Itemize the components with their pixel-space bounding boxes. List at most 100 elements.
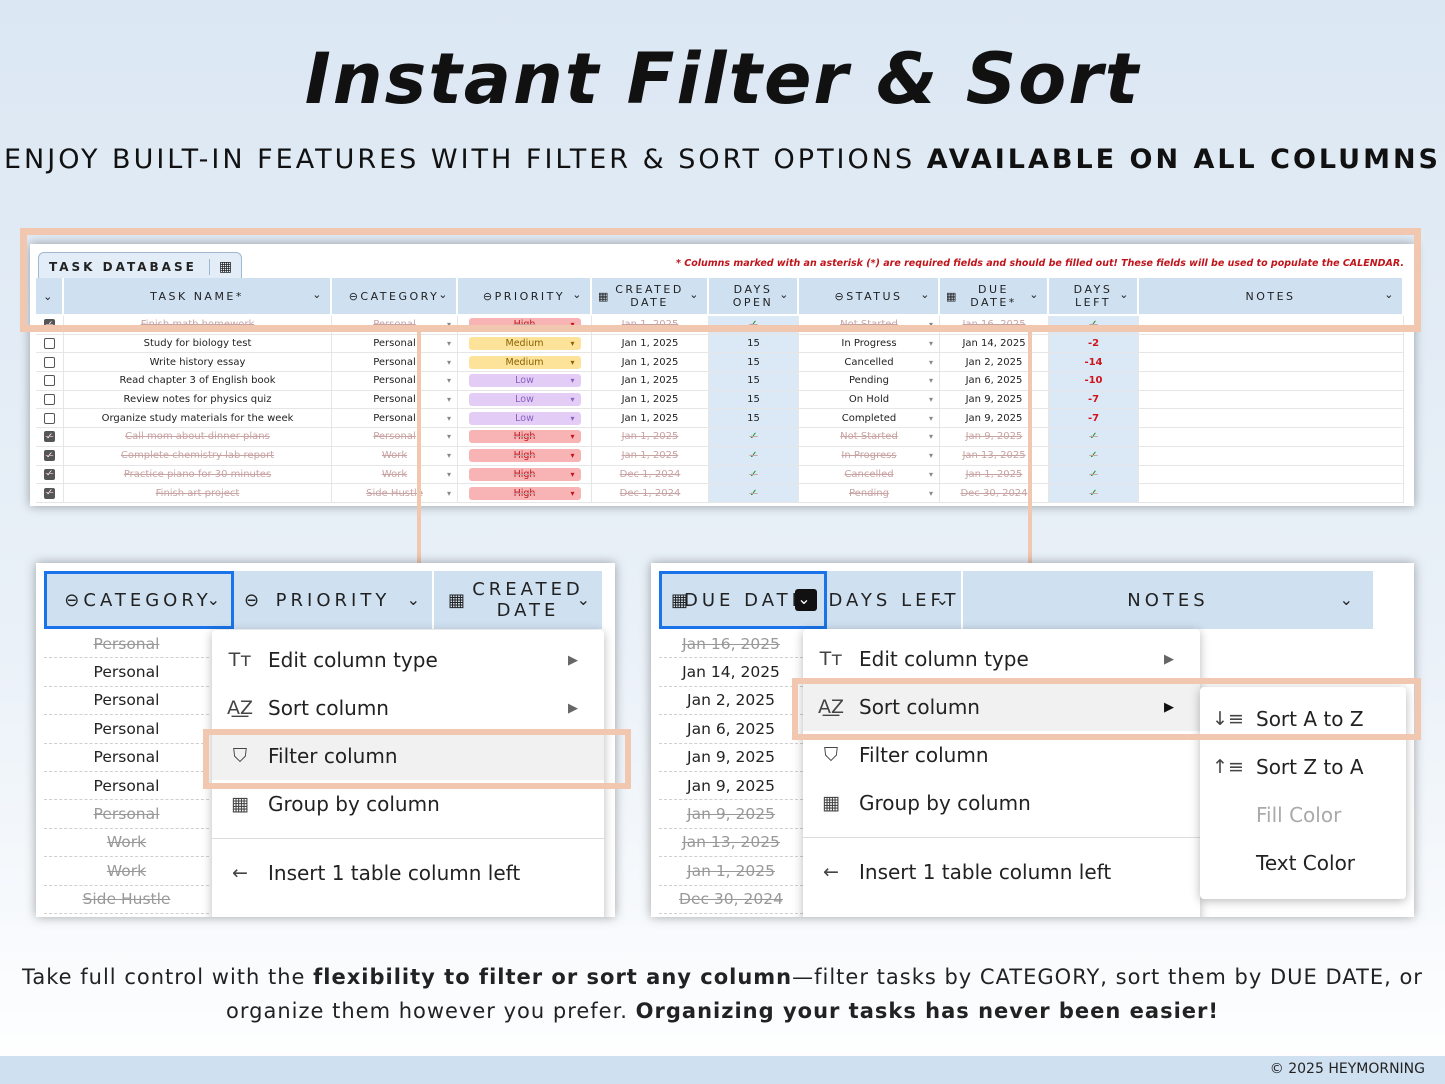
status-cell[interactable]: On Hold ▾ (799, 390, 940, 409)
notes-cell[interactable] (1139, 428, 1404, 446)
notes-cell[interactable] (1139, 334, 1404, 353)
due-date-cell[interactable]: Jan 6, 2025 (940, 372, 1049, 390)
priority-cell[interactable]: Medium ▾ (458, 334, 592, 353)
notes-cell[interactable] (1139, 372, 1404, 390)
menu-sort-column[interactable]: A͟Z Sort column ▶ (212, 684, 604, 732)
task-name-cell[interactable]: Study for biology test (64, 334, 332, 353)
dropdown-arrow-icon[interactable]: ▾ (570, 339, 574, 348)
checkbox[interactable] (44, 375, 55, 387)
due-date-cell[interactable]: Jan 14, 2025 (940, 334, 1049, 353)
dropdown-arrow-icon[interactable]: ▾ (929, 470, 933, 479)
priority-pill[interactable]: Medium ▾ (468, 355, 581, 369)
list-item[interactable]: Personal (44, 772, 209, 801)
dropdown-arrow-icon[interactable]: ▾ (570, 395, 574, 404)
dropdown-arrow-icon[interactable]: ▾ (929, 395, 933, 404)
dropdown-arrow-icon[interactable]: ▾ (570, 451, 574, 460)
menu-sort-z-to-a[interactable]: ↑≡ Sort Z to A (1200, 743, 1406, 791)
task-name-cell[interactable]: Write history essay (64, 353, 332, 372)
list-item[interactable]: Jan 16, 2025 (659, 630, 803, 659)
header-notes[interactable]: NOTES ⌄ (963, 571, 1375, 629)
priority-cell[interactable]: Low ▾ (458, 390, 592, 409)
notes-cell[interactable] (1139, 390, 1404, 409)
done-checkbox-cell[interactable]: ✓ (36, 484, 64, 502)
dropdown-arrow-icon[interactable]: ▾ (570, 414, 574, 423)
done-checkbox-cell[interactable]: ✓ (36, 465, 64, 484)
list-item[interactable]: Jan 13, 2025 (659, 829, 803, 858)
list-item[interactable]: Jan 9, 2025 (659, 800, 803, 829)
due-date-cell[interactable]: Jan 9, 2025 (940, 409, 1049, 428)
status-cell[interactable]: In Progress ▾ (799, 334, 940, 353)
menu-fill-color[interactable]: Fill Color (1200, 791, 1406, 839)
created-date-cell[interactable]: Jan 1, 2025 (592, 428, 709, 446)
chevron-down-icon[interactable]: ⌄ (207, 589, 224, 610)
priority-pill[interactable]: High ▾ (468, 449, 581, 463)
task-name-cell[interactable]: Practice piano for 30 minutes (64, 465, 332, 484)
list-item[interactable]: Personal (44, 800, 209, 829)
created-date-cell[interactable]: Jan 1, 2025 (592, 353, 709, 372)
task-name-cell[interactable]: Finish art project (64, 484, 332, 502)
chevron-down-icon[interactable]: ⌄ (1340, 589, 1357, 610)
due-date-cell[interactable]: Jan 13, 2025 (940, 446, 1049, 465)
notes-cell[interactable] (1139, 465, 1404, 484)
priority-pill[interactable]: Low ▾ (468, 374, 581, 388)
dropdown-arrow-icon[interactable]: ▾ (447, 414, 451, 423)
priority-pill[interactable]: High ▾ (468, 486, 581, 500)
status-cell[interactable]: Not Started ▾ (799, 428, 940, 446)
priority-pill[interactable]: Low ▾ (468, 411, 581, 425)
dropdown-arrow-icon[interactable]: ▾ (570, 470, 574, 479)
notes-cell[interactable] (1139, 446, 1404, 465)
chevron-down-icon[interactable]: ⌄ (795, 589, 817, 611)
priority-pill[interactable]: Medium ▾ (468, 337, 581, 351)
created-date-cell[interactable]: Dec 1, 2024 (592, 465, 709, 484)
done-checkbox-cell[interactable] (36, 372, 64, 390)
category-cell[interactable]: Personal ▾ (332, 409, 458, 428)
created-date-cell[interactable]: Dec 1, 2024 (592, 484, 709, 502)
done-checkbox-cell[interactable] (36, 334, 64, 353)
list-item[interactable]: Work (44, 829, 209, 858)
dropdown-arrow-icon[interactable]: ▾ (929, 339, 933, 348)
dropdown-arrow-icon[interactable]: ▾ (929, 489, 933, 498)
menu-insert-column-left[interactable]: ← Insert 1 table column left (212, 849, 604, 897)
status-cell[interactable]: Completed ▾ (799, 409, 940, 428)
created-date-cell[interactable]: Jan 1, 2025 (592, 334, 709, 353)
list-item[interactable]: Side Hustle (44, 886, 209, 914)
chevron-down-icon[interactable]: ⌄ (577, 589, 594, 610)
header-priority[interactable]: ⊖ PRIORITY ⌄ (234, 571, 434, 629)
checkbox[interactable] (44, 338, 55, 350)
dropdown-arrow-icon[interactable]: ▾ (929, 451, 933, 460)
list-item[interactable]: Dec 30, 2024 (659, 886, 803, 914)
dropdown-arrow-icon[interactable]: ▾ (929, 358, 933, 367)
dropdown-arrow-icon[interactable]: ▾ (929, 376, 933, 385)
dropdown-arrow-icon[interactable]: ▾ (447, 432, 451, 441)
status-cell[interactable]: In Progress ▾ (799, 446, 940, 465)
due-date-cell[interactable]: Dec 30, 2024 (940, 484, 1049, 502)
priority-cell[interactable]: High ▾ (458, 484, 592, 502)
category-cell[interactable]: Personal ▾ (332, 390, 458, 409)
category-cell[interactable]: Side Hustle ▾ (332, 484, 458, 502)
menu-edit-column-type[interactable]: Tт Edit column type ▶ (803, 635, 1200, 683)
menu-insert-column-left[interactable]: ← Insert 1 table column left (803, 848, 1200, 896)
list-item[interactable]: Jan 9, 2025 (659, 772, 803, 801)
dropdown-arrow-icon[interactable]: ▾ (447, 451, 451, 460)
created-date-cell[interactable]: Jan 1, 2025 (592, 372, 709, 390)
status-cell[interactable]: Cancelled ▾ (799, 353, 940, 372)
dropdown-arrow-icon[interactable]: ▾ (570, 432, 574, 441)
list-item[interactable]: Personal (44, 630, 209, 659)
priority-cell[interactable]: High ▾ (458, 446, 592, 465)
done-checkbox-cell[interactable]: ✓ (36, 446, 64, 465)
chevron-down-icon[interactable]: ⌄ (936, 589, 953, 610)
list-item[interactable]: Personal (44, 715, 209, 744)
priority-pill[interactable]: High ▾ (468, 430, 581, 444)
status-cell[interactable]: Cancelled ▾ (799, 465, 940, 484)
task-name-cell[interactable]: Review notes for physics quiz (64, 390, 332, 409)
priority-cell[interactable]: High ▾ (458, 465, 592, 484)
list-item[interactable]: Jan 14, 2025 (659, 658, 803, 687)
header-created-date[interactable]: ▦ CREATED DATE ⌄ (434, 571, 604, 629)
checkbox[interactable] (44, 394, 55, 406)
list-item[interactable]: Jan 6, 2025 (659, 715, 803, 744)
due-date-cell[interactable]: Jan 2, 2025 (940, 353, 1049, 372)
category-cell[interactable]: Personal ▾ (332, 372, 458, 390)
header-category[interactable]: ⊖ CATEGORY ⌄ (44, 571, 234, 629)
dropdown-arrow-icon[interactable]: ▾ (447, 358, 451, 367)
checkbox[interactable]: ✓ (44, 450, 55, 462)
